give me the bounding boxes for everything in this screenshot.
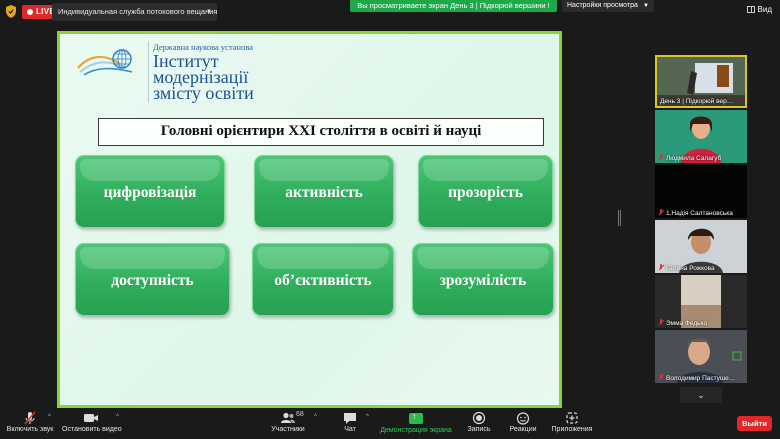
unmute-button[interactable]: Включить звук <box>6 408 54 439</box>
institution-name: Інститут модернізації змісту освіти <box>153 51 254 103</box>
participant-name: Володимир Пастуше… <box>658 374 735 382</box>
share-screen-label: Демонстрация экрана <box>380 427 452 434</box>
institute-logo <box>77 49 133 76</box>
mic-muted-icon <box>658 209 664 216</box>
view-options-label: Настройки просмотра <box>567 2 638 9</box>
participant-tile[interactable]: Галина Рожкова <box>655 220 747 273</box>
stop-video-label: Остановить видео <box>62 426 122 433</box>
tile-accessibility: доступність <box>75 243 230 316</box>
view-button[interactable]: Вид <box>746 5 772 14</box>
camera-icon <box>84 414 98 422</box>
slide-title: Головні орієнтири ХХІ століття в освіті … <box>98 118 544 146</box>
tile-transparency: прозорість <box>418 155 553 228</box>
participant-tile[interactable]: Володимир Пастуше… <box>655 330 747 383</box>
top-bar: LIVE Индивидуальная служба потокового ве… <box>0 0 780 24</box>
share-screen-button[interactable]: Демонстрация экрана <box>380 408 452 439</box>
apps-icon <box>566 412 578 424</box>
record-icon <box>472 411 486 425</box>
chevron-down-icon: ▼ <box>643 3 649 9</box>
participants-button[interactable]: 68 Участники <box>268 408 308 439</box>
participant-name-text: Володимир Пастуше… <box>666 375 736 382</box>
apps-label: Приложения <box>551 426 593 433</box>
layout-icon <box>746 6 755 13</box>
participant-name: 1.Надія Салтановська <box>658 209 733 217</box>
shield-icon[interactable] <box>6 5 16 18</box>
chat-icon <box>344 413 356 424</box>
participant-tile[interactable]: 1.Надія Салтановська <box>655 165 747 218</box>
participant-name: Галина Рожкова <box>658 264 715 272</box>
participant-name-text: Эмма Федько <box>666 320 708 327</box>
chevron-up-icon[interactable]: ^ <box>116 414 119 420</box>
stream-service-dropdown[interactable]: Индивидуальная служба потокового вещания… <box>52 3 218 21</box>
chevron-up-icon[interactable]: ^ <box>48 414 51 420</box>
logo-divider <box>148 41 149 103</box>
zoom-meeting-window: LIVE Индивидуальная служба потокового ве… <box>0 0 780 439</box>
mic-muted-icon <box>658 154 664 161</box>
panel-resize-handle[interactable] <box>618 210 621 226</box>
chevron-up-icon[interactable]: ^ <box>366 414 369 420</box>
tile-label: активність <box>285 184 363 201</box>
participants-icon <box>281 412 295 423</box>
participant-name-text: Людмила Салагуб <box>666 155 722 162</box>
tile-label: цифровізація <box>103 184 197 201</box>
participant-tile[interactable]: Людмила Салагуб <box>655 110 747 163</box>
chevron-up-icon[interactable]: ^ <box>314 414 317 420</box>
chat-button[interactable]: Чат <box>338 408 362 439</box>
chevron-down-icon: ⌄ <box>697 390 705 400</box>
view-options-dropdown[interactable]: Настройки просмотра ▼ <box>562 0 654 12</box>
meeting-toolbar: Включить звук ^ Остановить видео ^ 68 Уч… <box>0 408 780 439</box>
leave-button[interactable]: Выйти <box>737 416 772 431</box>
tile-label: прозорість <box>448 184 523 201</box>
apps-button[interactable]: Приложения <box>550 408 594 439</box>
record-label: Запись <box>467 426 491 433</box>
reactions-icon <box>516 412 530 425</box>
participants-count: 68 <box>296 411 304 418</box>
view-button-label: Вид <box>757 5 772 14</box>
mic-muted-icon <box>658 264 664 271</box>
participant-tile[interactable]: День 3 | Підкорюй вер… <box>655 55 747 108</box>
participant-name-text: Галина Рожкова <box>666 265 715 272</box>
reactions-button[interactable]: Реакции <box>508 408 538 439</box>
unmute-label: Включить звук <box>6 426 54 433</box>
participant-name: День 3 | Підкорюй вер… <box>660 98 734 105</box>
tile-activity: активність <box>254 155 394 228</box>
tile-objectivity: об’єктивність <box>252 243 394 316</box>
scroll-down-button[interactable]: ⌄ <box>680 387 722 403</box>
participant-name-text: 1.Надія Салтановська <box>666 210 733 217</box>
screen-share-banner: Вы просматриваете экран День 3 | Підкорю… <box>350 0 557 12</box>
mic-muted-icon <box>24 411 36 425</box>
participant-name: Эмма Федько <box>658 319 707 327</box>
tile-digitalization: цифровізація <box>75 155 225 228</box>
participant-tile[interactable]: Эмма Федько <box>655 275 747 328</box>
shared-screen-slide: Державна наукова установа Інститут модер… <box>57 31 562 408</box>
record-button[interactable]: Запись <box>466 408 492 439</box>
reactions-label: Реакции <box>509 426 537 433</box>
stream-service-label: Индивидуальная служба потокового вещания <box>58 7 218 16</box>
tile-label: об’єктивність <box>274 272 372 289</box>
chevron-down-icon: ▼ <box>206 9 212 15</box>
stop-video-button[interactable]: Остановить видео <box>62 408 122 439</box>
participant-name: Людмила Салагуб <box>658 154 721 162</box>
chat-label: Чат <box>344 426 356 433</box>
mic-muted-icon <box>658 374 664 381</box>
tile-label: доступність <box>111 272 194 289</box>
participants-label: Участники <box>271 426 305 433</box>
share-screen-icon <box>409 411 423 424</box>
mic-muted-icon <box>658 319 664 326</box>
tile-clarity: зрозумілість <box>412 243 554 316</box>
tile-label: зрозумілість <box>439 272 527 289</box>
